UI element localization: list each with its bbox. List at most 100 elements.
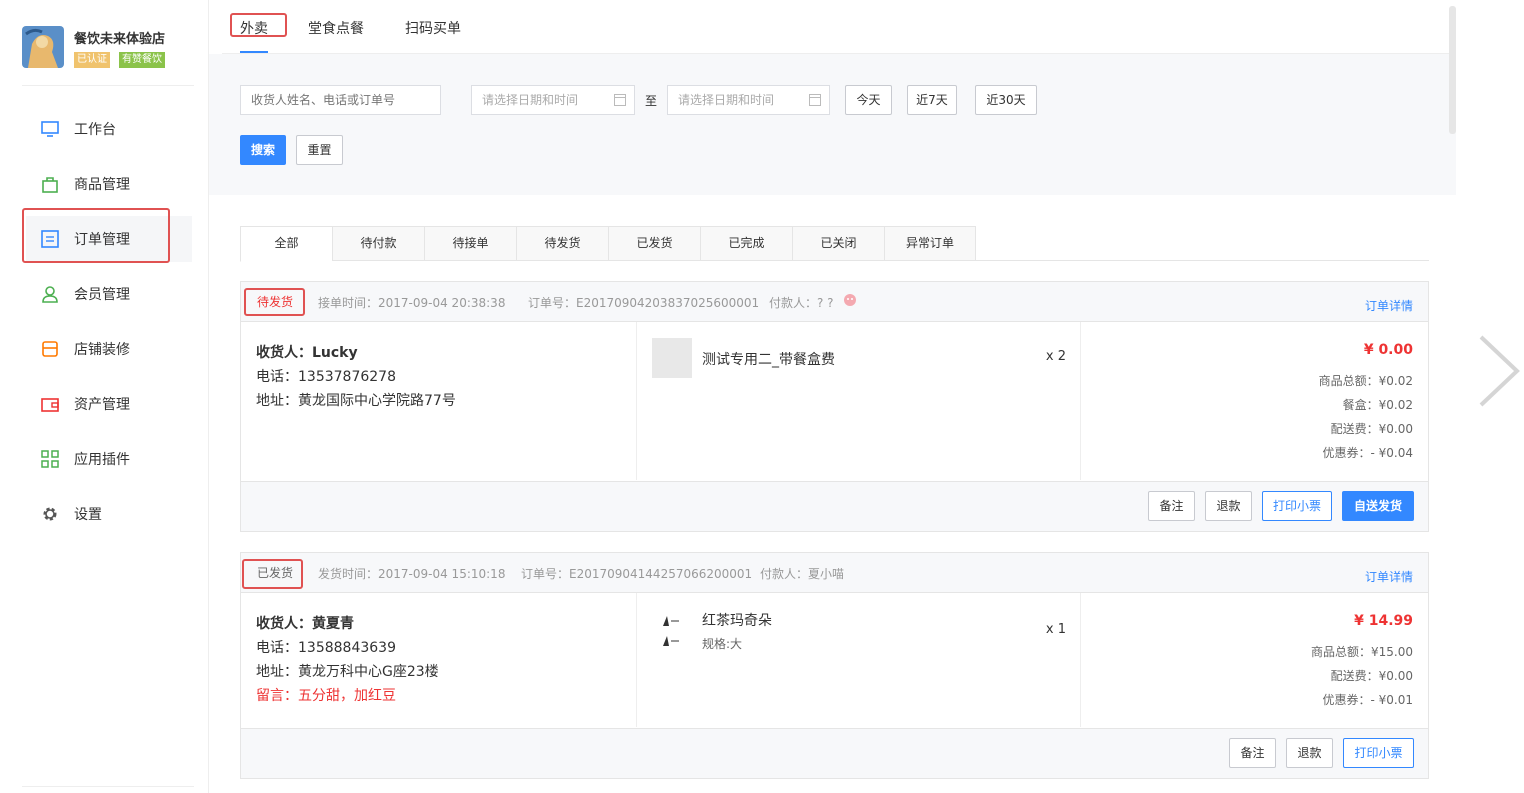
- receiver-address: 地址：黄龙万科中心G座23楼: [256, 664, 439, 680]
- tab-shipped[interactable]: 已发货: [608, 226, 700, 261]
- date-start-placeholder: 请选择日期和时间: [482, 93, 579, 107]
- tab-highlight-box: [230, 13, 287, 37]
- last-7-days-button[interactable]: 近7天: [907, 85, 957, 115]
- goods-thumb-icon: [661, 615, 681, 631]
- delivery-fee: 配送费：¥0.00: [1330, 669, 1413, 683]
- box-fee: 餐盒：¥0.02: [1342, 398, 1413, 412]
- calendar-icon: [809, 94, 821, 106]
- shop-logo[interactable]: [22, 26, 64, 68]
- goods-info: 红茶玛奇朵 规格:大 x 1: [637, 593, 1081, 727]
- order-detail-link[interactable]: 订单详情: [1365, 568, 1413, 585]
- sidebar-item-label: 资产管理: [74, 397, 130, 413]
- top-tabs: 外卖 堂食点餐 扫码买单: [222, 0, 1456, 54]
- goods-thumb-icon: [661, 635, 681, 651]
- receiver-name: 收货人：黄夏青: [256, 616, 354, 632]
- status-highlight-box: [244, 288, 305, 316]
- order-time: 接单时间：2017-09-04 20:38:38: [318, 296, 506, 310]
- coupon-discount: 优惠券：- ¥0.04: [1322, 446, 1414, 460]
- remark-button[interactable]: 备注: [1229, 738, 1276, 768]
- order-card: 已发货 发货时间：2017-09-04 15:10:18 订单号：E201709…: [240, 552, 1429, 779]
- order-actions: 备注 退款 打印小票 自送发货: [241, 481, 1428, 531]
- today-button[interactable]: 今天: [845, 85, 892, 115]
- calendar-icon: [614, 94, 626, 106]
- sidebar-item-goods[interactable]: 商品管理: [26, 161, 192, 207]
- receiver-info: 收货人：Lucky 电话：13537876278 地址：黄龙国际中心学院路77号: [241, 322, 637, 480]
- tab-abnormal[interactable]: 异常订单: [884, 226, 976, 261]
- filter-panel: 请选择日期和时间 至 请选择日期和时间 今天 近7天 近30天 搜索 重置: [209, 54, 1456, 195]
- catering-badge: 有赞餐饮: [119, 52, 165, 68]
- tab-dine-in[interactable]: 堂食点餐: [308, 18, 364, 38]
- goods-image: [652, 338, 692, 378]
- gear-icon: [40, 504, 60, 524]
- receiver-info: 收货人：黄夏青 电话：13588843639 地址：黄龙万科中心G座23楼 留言…: [241, 593, 637, 727]
- shop-header: 餐饮未来体验店 已认证 有赞餐饮: [22, 26, 194, 86]
- status-tabs: 全部 待付款 待接单 待发货 已发货 已完成 已关闭 异常订单: [240, 226, 1429, 262]
- sidebar-divider: [22, 786, 194, 787]
- sidebar-item-label: 会员管理: [74, 287, 130, 303]
- goods-amount: 商品总额：¥15.00: [1311, 645, 1413, 659]
- refund-button[interactable]: 退款: [1286, 738, 1333, 768]
- wallet-icon: [40, 394, 60, 414]
- sidebar-item-decoration[interactable]: 店铺装修: [26, 326, 192, 372]
- tab-scan-pay[interactable]: 扫码买单: [405, 18, 461, 38]
- date-end-placeholder: 请选择日期和时间: [678, 93, 775, 107]
- print-receipt-button[interactable]: 打印小票: [1343, 738, 1414, 768]
- tab-pending-payment[interactable]: 待付款: [332, 226, 424, 261]
- self-delivery-button[interactable]: 自送发货: [1342, 491, 1414, 521]
- sidebar-item-workbench[interactable]: 工作台: [26, 106, 192, 152]
- sidebar-item-plugins[interactable]: 应用插件: [26, 436, 192, 482]
- tab-completed[interactable]: 已完成: [700, 226, 792, 261]
- receiver-phone: 电话：13537876278: [256, 369, 396, 385]
- last-30-days-button[interactable]: 近30天: [975, 85, 1037, 115]
- grid-icon: [40, 449, 60, 469]
- order-actions: 备注 退款 打印小票: [241, 728, 1428, 778]
- search-button[interactable]: 搜索: [240, 135, 286, 165]
- remark-button[interactable]: 备注: [1148, 491, 1195, 521]
- order-time: 发货时间：2017-09-04 15:10:18: [318, 567, 506, 581]
- search-input[interactable]: [240, 85, 441, 115]
- print-receipt-button[interactable]: 打印小票: [1262, 491, 1332, 521]
- receiver-address: 地址：黄龙国际中心学院路77号: [256, 393, 456, 409]
- scrollbar[interactable]: [1449, 6, 1456, 134]
- order-card: 待发货 接单时间：2017-09-04 20:38:38 订单号：E201709…: [240, 281, 1429, 532]
- tab-pending-accept[interactable]: 待接单: [424, 226, 516, 261]
- sidebar-item-assets[interactable]: 资产管理: [26, 381, 192, 427]
- sidebar-item-settings[interactable]: 设置: [26, 491, 192, 537]
- sidebar-item-members[interactable]: 会员管理: [26, 271, 192, 317]
- sidebar: 餐饮未来体验店 已认证 有赞餐饮 工作台 商品管理 订单管理 会员管理 店铺装修…: [0, 0, 209, 793]
- order-number: 订单号：E20170904203837025600001: [528, 296, 760, 310]
- sidebar-item-label: 商品管理: [74, 177, 130, 193]
- sidebar-item-label: 工作台: [74, 122, 116, 138]
- order-detail-link[interactable]: 订单详情: [1365, 297, 1413, 314]
- sidebar-item-label: 设置: [74, 507, 102, 523]
- status-highlight-box: [242, 559, 303, 589]
- payer-avatar-icon: [843, 293, 857, 310]
- tab-closed[interactable]: 已关闭: [792, 226, 884, 261]
- tab-all[interactable]: 全部: [240, 226, 332, 262]
- user-icon: [40, 284, 60, 304]
- price-info: ¥ 14.99 商品总额：¥15.00 配送费：¥0.00 优惠券：- ¥0.0…: [1081, 593, 1428, 727]
- receiver-name: 收货人：Lucky: [256, 345, 358, 361]
- order-payer: 付款人：夏小喵: [760, 567, 845, 581]
- receiver-note: 留言：五分甜，加红豆: [256, 688, 396, 704]
- tab-pending-ship[interactable]: 待发货: [516, 226, 608, 261]
- price-info: ¥ 0.00 商品总额：¥0.02 餐盒：¥0.02 配送费：¥0.00 优惠券…: [1081, 322, 1428, 480]
- date-start-input[interactable]: 请选择日期和时间: [471, 85, 635, 115]
- reset-button[interactable]: 重置: [296, 135, 343, 165]
- receiver-phone: 电话：13588843639: [256, 640, 396, 656]
- sidebar-item-label: 应用插件: [74, 452, 130, 468]
- order-total: ¥ 0.00: [1363, 342, 1413, 358]
- date-end-input[interactable]: 请选择日期和时间: [667, 85, 830, 115]
- sidebar-item-label: 店铺装修: [74, 342, 130, 358]
- goods-spec: 规格:大: [702, 637, 743, 651]
- order-payer: 付款人：? ?: [769, 296, 834, 310]
- monitor-icon: [40, 119, 60, 139]
- order-header: 待发货 接单时间：2017-09-04 20:38:38 订单号：E201709…: [241, 282, 1428, 322]
- next-page-arrow-icon[interactable]: [1477, 335, 1521, 407]
- verified-badge: 已认证: [74, 52, 110, 68]
- refund-button[interactable]: 退款: [1205, 491, 1252, 521]
- goods-amount: 商品总额：¥0.02: [1318, 374, 1413, 388]
- goods-name: 红茶玛奇朵: [702, 613, 772, 629]
- order-number: 订单号：E20170904144257066200001: [521, 567, 753, 581]
- shop-icon: [40, 339, 60, 359]
